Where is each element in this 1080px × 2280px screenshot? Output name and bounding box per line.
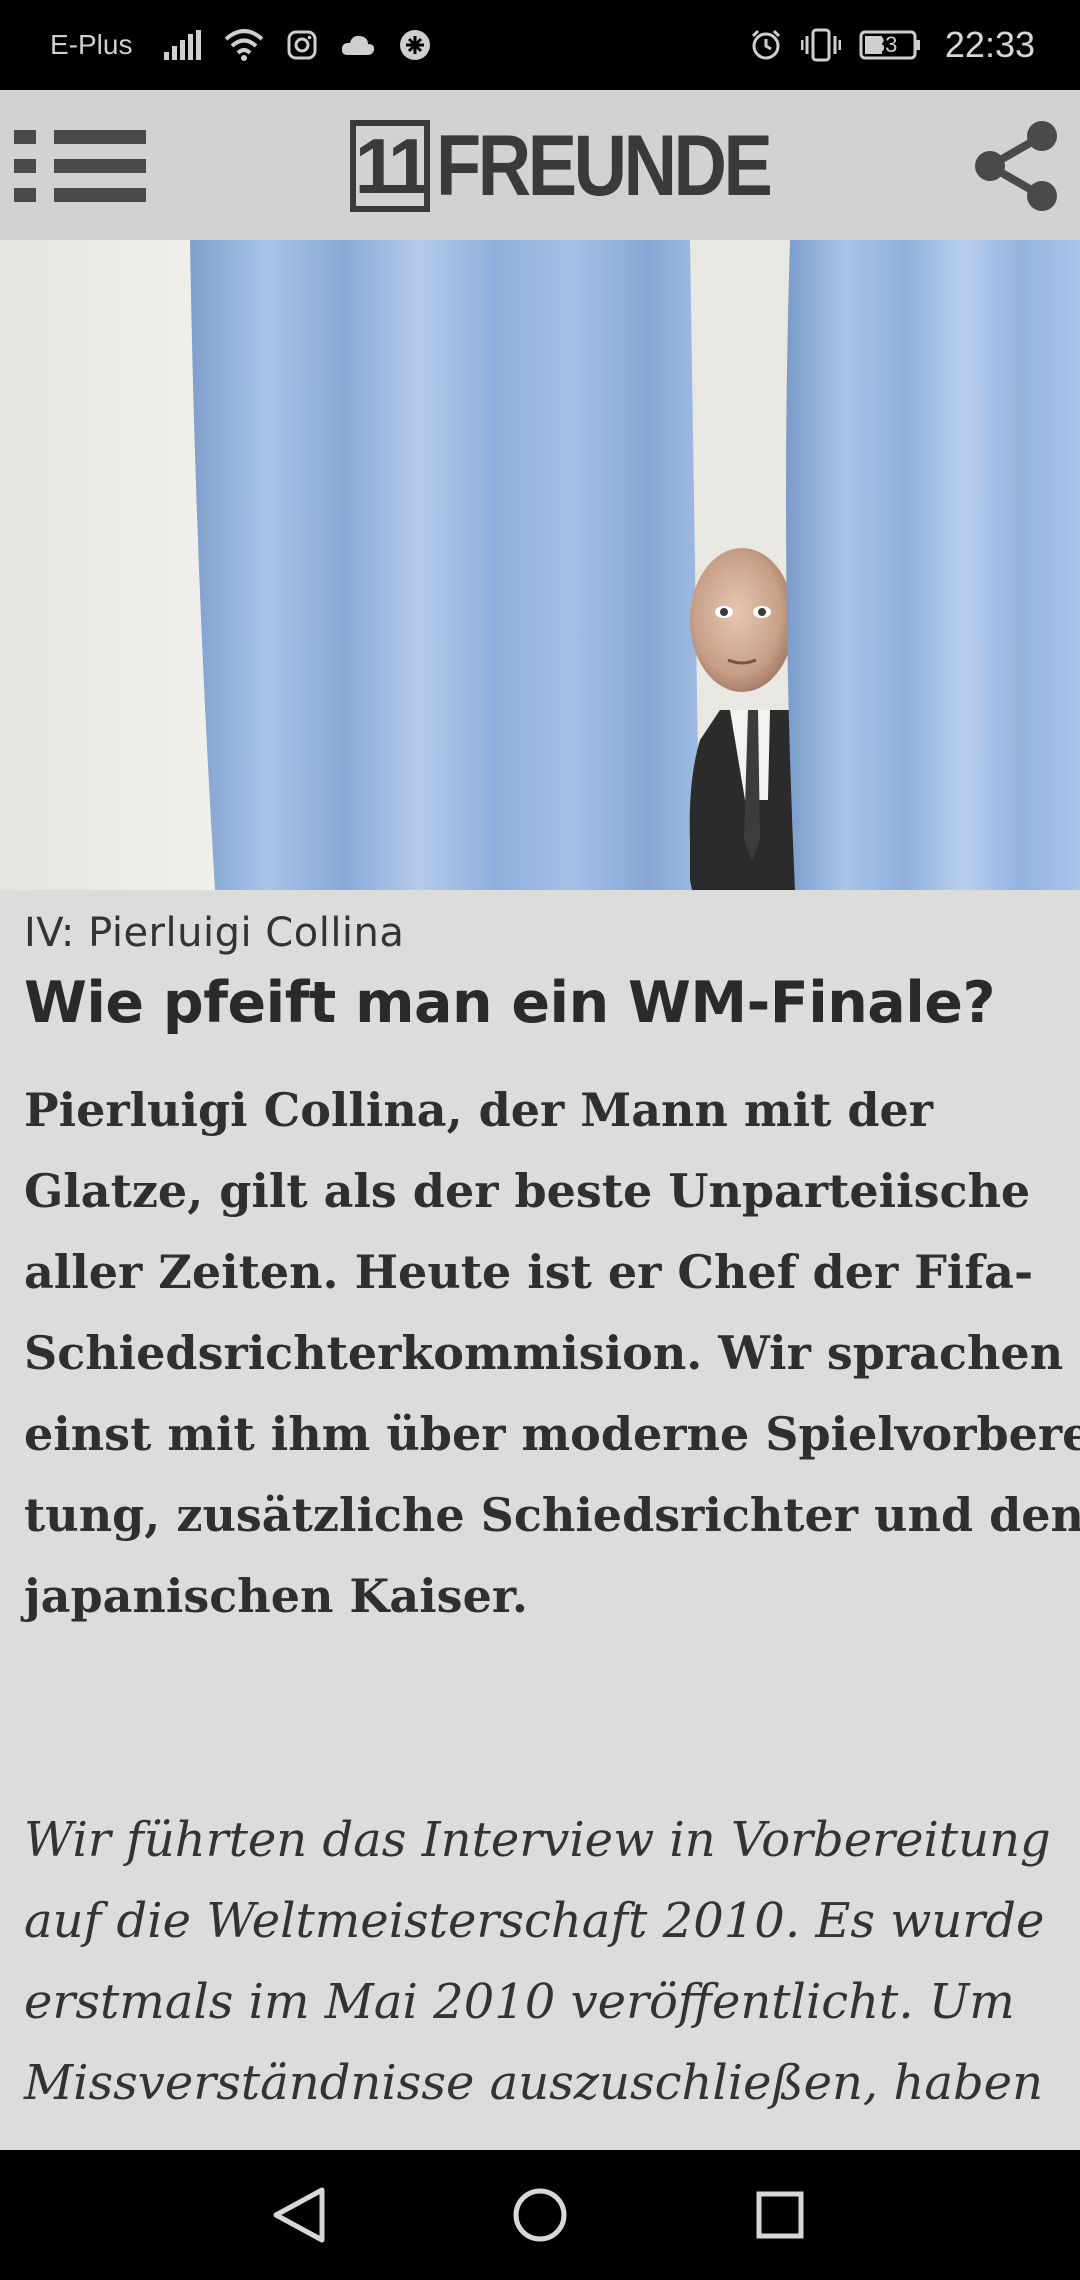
intro-line: auf die Weltmeisterschaft 2010. Es wurde [24,1893,1045,1949]
back-icon [273,2187,325,2243]
article-content: IV: Pierluigi Collina Wie pfeift man ein… [0,890,1080,2150]
intro-line: Wir führten das Interview in Vorbereitun… [24,1812,1051,1868]
lead-line: Glatze, gilt als der beste Unparteiische [24,1164,1031,1218]
home-button[interactable] [500,2180,580,2250]
lead-line: Schiedsrichterkommision. Wir sprachen [24,1326,1064,1380]
article-hero-image[interactable] [0,240,1080,890]
clock: 22:33 [944,24,1035,65]
lead-line: einst mit ihm über moderne Spielvorberei… [24,1407,1080,1461]
recents-icon [756,2191,804,2239]
app-header: 11 FREUNDE [0,90,1080,240]
lead-line: japanischen Kaiser. [24,1569,528,1623]
battery-icon: 33 [859,30,921,60]
logo-number: 11 [350,120,431,212]
share-button[interactable] [966,116,1066,216]
menu-icon [14,130,146,202]
carrier-label: E-Plus [50,29,133,60]
battery-level: 33 [872,32,898,57]
status-bar: E-Plus 33 22:33 [0,0,1080,90]
intro-line: erstmals im Mai 2010 veröffentlicht. Um [24,1974,1015,2030]
system-nav-bar [0,2150,1080,2280]
curtain-photo [0,240,1080,890]
instagram-icon [286,29,318,61]
brand-logo[interactable]: 11 FREUNDE [350,118,824,214]
lead-line: tung, zusätzliche Schiedsrichter und den [24,1488,1080,1542]
signal-icon [162,30,202,60]
alarm-icon [749,28,783,62]
article-lead: Pierluigi Collina, der Mann mit der Glat… [24,1070,1080,1637]
article-kicker: IV: Pierluigi Collina [24,910,405,956]
app-badge-icon [398,28,432,62]
vibrate-icon [800,28,841,62]
home-icon [513,2188,567,2242]
lead-line: Pierluigi Collina, der Mann mit der [24,1083,933,1137]
logo-text: FREUNDE [436,118,773,214]
menu-button[interactable] [14,130,150,202]
article-intro: Wir führten das Interview in Vorbereitun… [24,1800,1064,2124]
recents-button[interactable] [740,2180,820,2250]
intro-line: Missverständnisse auszuschließen, haben [24,2055,1043,2111]
share-icon [975,121,1057,211]
wifi-icon [224,29,264,61]
cloud-icon [340,33,376,57]
back-button[interactable] [260,2180,340,2250]
article-headline: Wie pfeift man ein WM-Finale? [24,970,996,1036]
lead-line: aller Zeiten. Heute ist er Chef der Fifa… [24,1245,1034,1299]
